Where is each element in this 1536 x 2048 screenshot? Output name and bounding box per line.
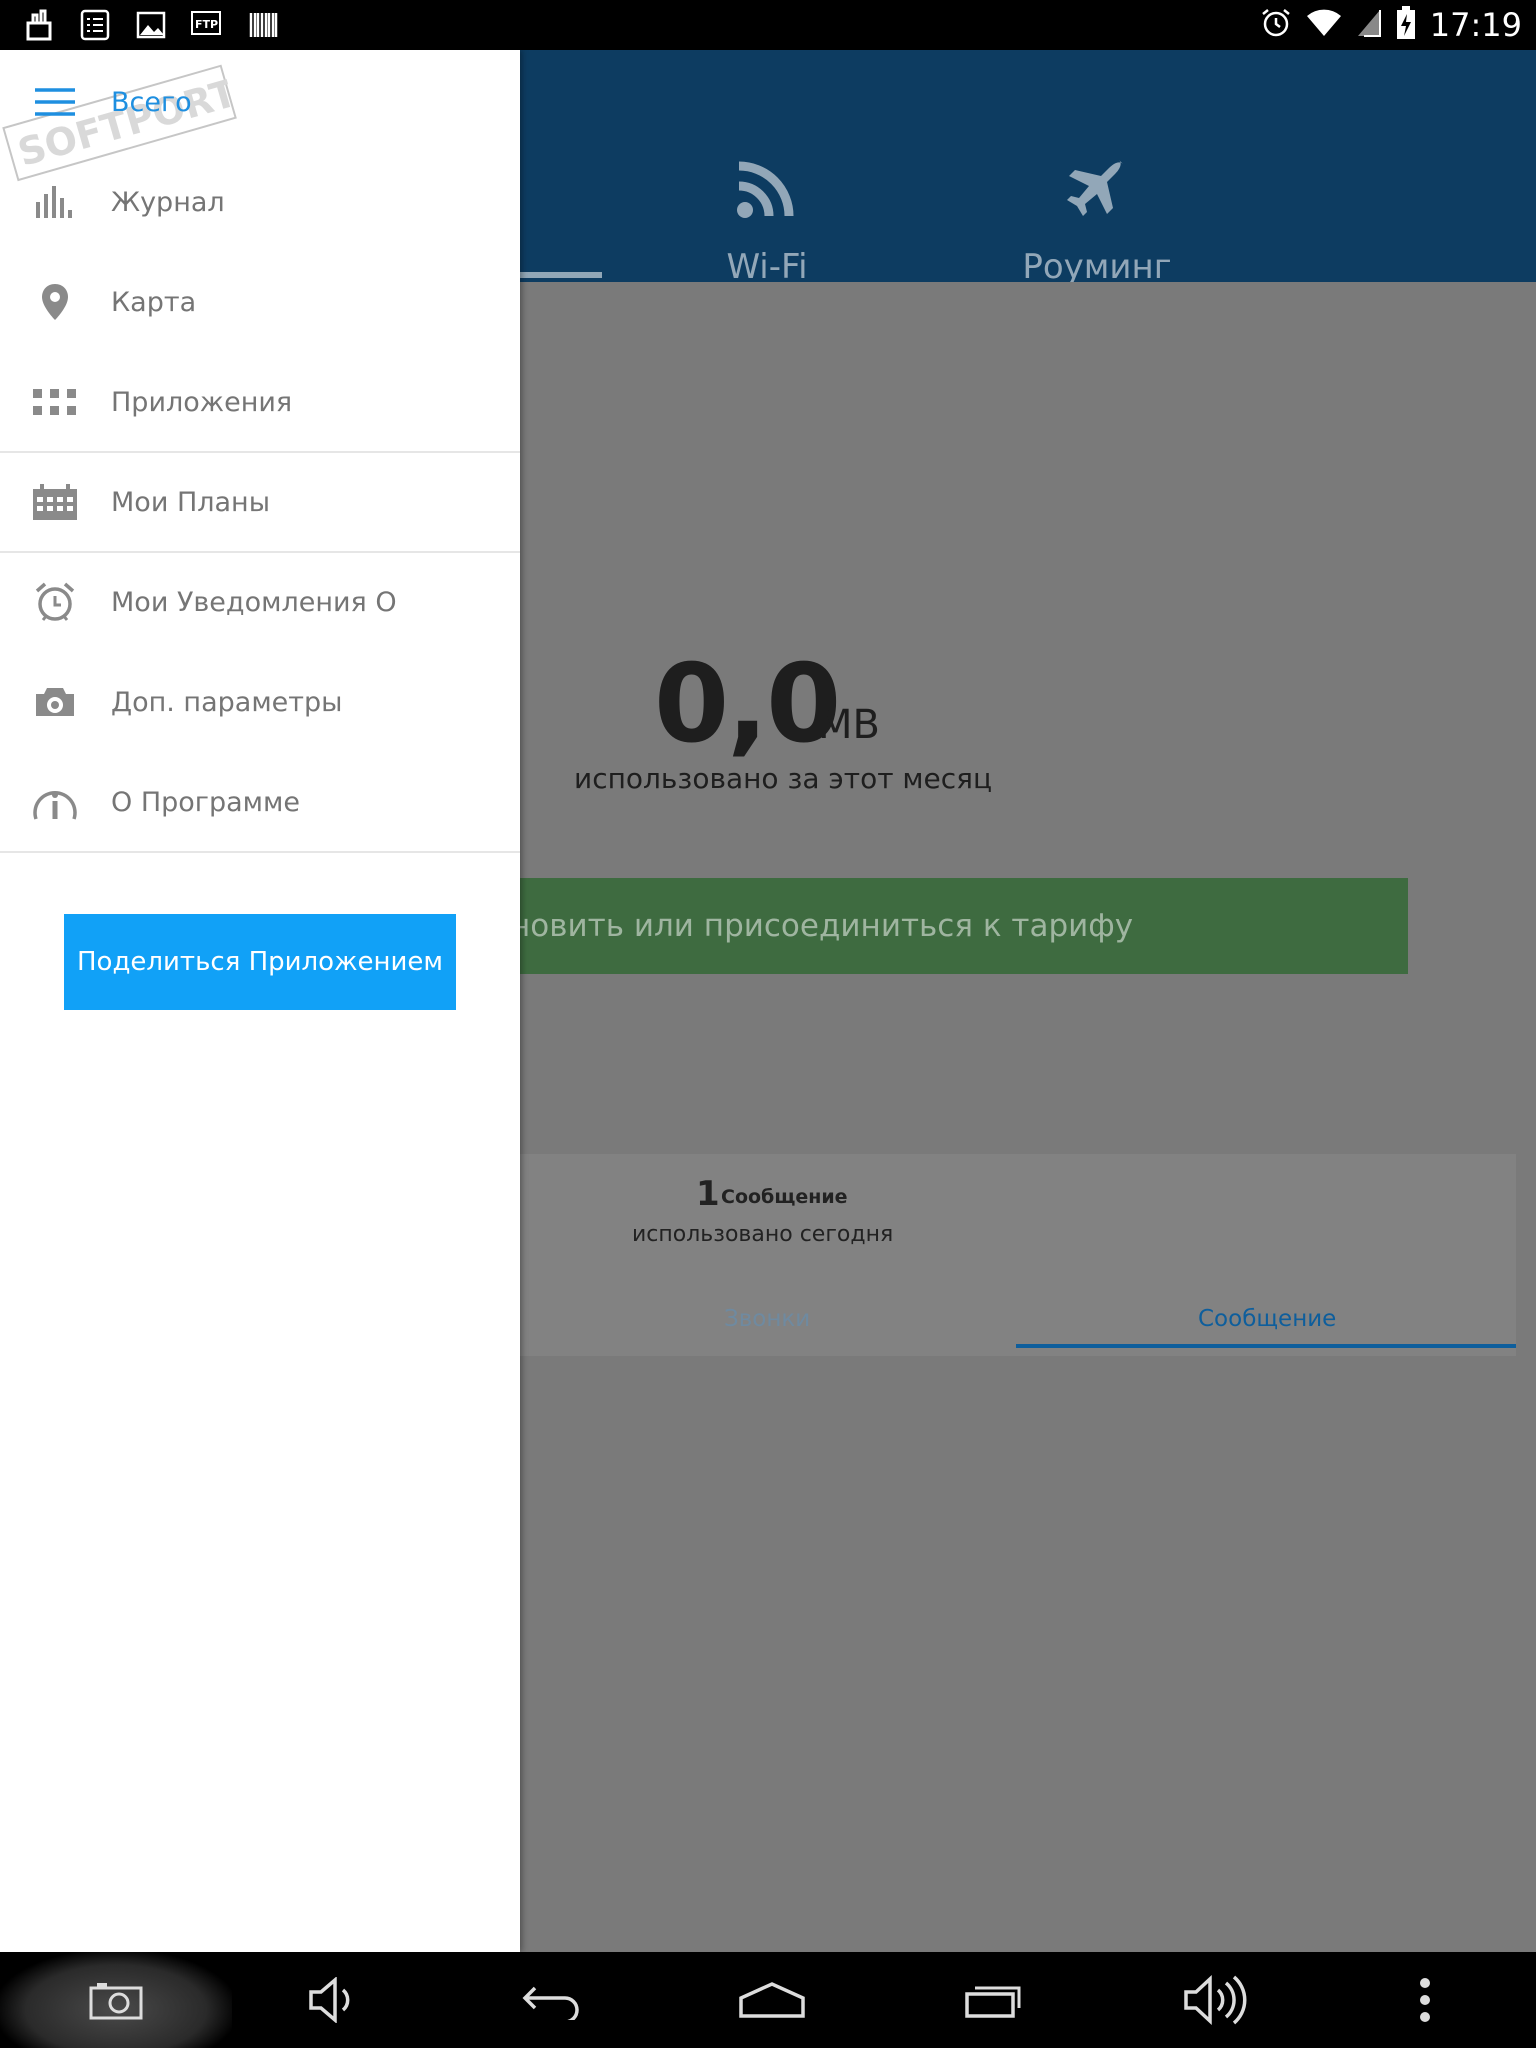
navigation-drawer: SOFTPORTAL Всего Журнал Карта Приложения… <box>0 50 520 1952</box>
signal-icon <box>1356 8 1382 42</box>
recents-icon <box>965 1986 1021 2018</box>
apps-grid-icon <box>30 377 80 427</box>
system-status: 17:19 <box>1260 6 1522 44</box>
battery-charging-icon <box>1396 6 1416 44</box>
tab-calls[interactable]: Звонки <box>724 1306 810 1332</box>
tab-roaming-label: Роуминг <box>1022 247 1172 287</box>
tab-wifi-label: Wi-Fi <box>726 247 808 287</box>
home-icon <box>739 1982 805 2018</box>
today-card <box>400 1154 1516 1356</box>
alarm-icon <box>1260 7 1292 43</box>
drawer-item-label: Всего <box>111 86 192 118</box>
system-nav-bar <box>0 1952 1536 2048</box>
drawer-item-label: Приложения <box>111 386 293 418</box>
usb-icon <box>22 8 56 42</box>
drawer-item-label: Журнал <box>111 186 225 218</box>
volume-down-button[interactable] <box>279 1952 389 2048</box>
drawer-item-label: Мои Уведомления О <box>111 586 397 618</box>
back-button[interactable] <box>497 1952 607 2048</box>
airplane-icon <box>1067 160 1123 216</box>
back-icon <box>522 1986 579 2020</box>
volume-up-icon <box>1184 1975 1247 2025</box>
screenshot-icon <box>89 1983 143 2020</box>
drawer-item-settings[interactable]: Доп. параметры <box>0 652 520 752</box>
settings-gear-icon <box>30 677 80 727</box>
barcode-icon <box>246 8 280 42</box>
share-app-button[interactable]: Поделиться Приложением <box>64 914 456 1010</box>
volume-down-icon <box>309 1977 350 2023</box>
bar-chart-icon <box>30 177 80 227</box>
menu-icon <box>30 77 80 127</box>
ftp-icon: FTP <box>190 8 224 42</box>
svg-text:FTP: FTP <box>195 18 218 31</box>
clock: 17:19 <box>1429 6 1522 44</box>
drawer-item-notifications[interactable]: Мои Уведомления О <box>0 552 520 652</box>
screenshot-button[interactable] <box>61 1952 171 2048</box>
drawer-item-apps[interactable]: Приложения <box>0 352 520 452</box>
drawer-item-map[interactable]: Карта <box>0 252 520 352</box>
alarm-clock-icon <box>30 577 80 627</box>
usage-value: 0,0 <box>654 642 841 767</box>
messages-tab-indicator <box>1016 1344 1516 1348</box>
drawer-item-about[interactable]: О Программе <box>0 752 520 852</box>
image-icon <box>134 8 168 42</box>
plan-banner-text: новить или присоединиться к тарифу <box>510 908 1134 944</box>
status-bar: FTP 17:19 <box>0 0 1536 50</box>
drawer-item-label: Карта <box>111 286 197 318</box>
drawer-item-label: Доп. параметры <box>111 686 343 718</box>
today-unit: Сообщение <box>721 1186 848 1208</box>
overflow-menu-icon <box>1420 1978 1430 2022</box>
overflow-menu-button[interactable] <box>1370 1952 1480 2048</box>
drawer-item-label: Мои Планы <box>111 486 271 518</box>
volume-up-button[interactable] <box>1160 1952 1270 2048</box>
drawer-item-label: О Программе <box>111 786 301 818</box>
drawer-item-journal[interactable]: Журнал <box>0 152 520 252</box>
drawer-item-total[interactable]: Всего <box>0 52 520 152</box>
usage-caption: использовано за этот месяц <box>574 762 993 795</box>
tab-messages[interactable]: Сообщение <box>1198 1306 1336 1332</box>
map-pin-icon <box>30 277 80 327</box>
wifi-icon <box>737 161 794 218</box>
clipboard-icon <box>78 8 112 42</box>
today-count: 1 <box>696 1174 720 1214</box>
notification-icons: FTP <box>22 8 280 42</box>
calendar-icon <box>30 477 80 527</box>
info-icon <box>30 777 80 827</box>
today-caption: использовано сегодня <box>632 1222 894 1247</box>
drawer-item-plans[interactable]: Мои Планы <box>0 452 520 552</box>
tab-indicator <box>520 272 602 278</box>
home-button[interactable] <box>717 1952 827 2048</box>
tab-wifi[interactable]: Wi-Fi <box>700 160 834 287</box>
recents-button[interactable] <box>940 1952 1050 2048</box>
usage-unit: MB <box>818 702 880 748</box>
tab-roaming[interactable]: Роуминг <box>1022 160 1172 287</box>
drawer-divider <box>0 851 520 853</box>
wifi-icon <box>1306 8 1342 42</box>
